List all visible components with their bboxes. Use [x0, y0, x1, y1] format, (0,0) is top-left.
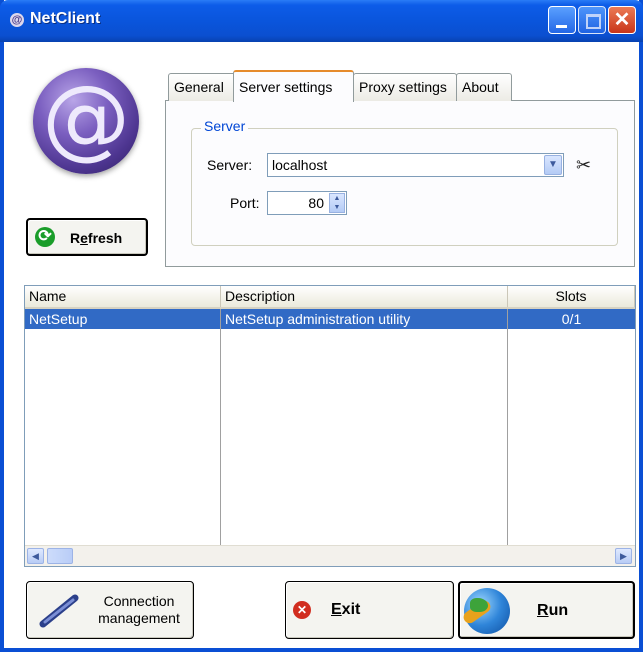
column-header-description[interactable]: Description [221, 286, 508, 307]
title-bar[interactable]: @ NetClient ✕ [0, 0, 643, 42]
column-header-name[interactable]: Name [25, 286, 221, 307]
tab-proxy-settings[interactable]: Proxy settings [353, 73, 457, 101]
at-logo: @ [33, 68, 139, 174]
server-group-title: Server [201, 118, 249, 134]
server-value: localhost [272, 157, 328, 173]
scroll-right-icon[interactable]: ▶ [615, 548, 632, 564]
spin-arrows-icon[interactable]: ▲ ▼ [329, 193, 345, 213]
column-divider [220, 309, 221, 545]
column-header-slots[interactable]: Slots [508, 286, 635, 307]
globe-phone-icon [461, 588, 510, 634]
tab-server-settings[interactable]: Server settings [233, 70, 354, 102]
exit-button[interactable]: ✕ Exit [285, 581, 454, 639]
row-slots: 0/1 [561, 311, 582, 327]
refresh-arrows-icon: ⟳ [35, 227, 55, 247]
maximize-button[interactable] [578, 6, 606, 34]
port-value: 80 [308, 195, 324, 211]
minimize-button[interactable] [548, 6, 576, 34]
connection-label: Connection management [98, 593, 180, 626]
app-icon: @ [10, 13, 24, 27]
refresh-label: Refresh [70, 230, 123, 246]
scroll-left-icon[interactable]: ◀ [27, 548, 44, 564]
exit-x-icon: ✕ [293, 601, 311, 619]
row-name: NetSetup [29, 311, 88, 327]
tab-general[interactable]: General [168, 73, 238, 101]
scissors-icon[interactable]: ✂ [576, 155, 591, 176]
refresh-button[interactable]: ⟳ Refresh [26, 218, 148, 256]
horizontal-scrollbar[interactable]: ◀ ▶ [25, 545, 635, 566]
server-groupbox [191, 128, 618, 246]
exit-label: Exit [331, 601, 361, 618]
window-title: NetClient [30, 10, 101, 27]
server-combobox[interactable]: localhost ▼ [267, 153, 564, 177]
services-list[interactable]: Name Description Slots NetSetup NetSetup… [24, 285, 636, 567]
close-icon: ✕ [613, 9, 631, 31]
chevron-down-icon[interactable]: ▼ [544, 155, 562, 175]
network-cable-icon [39, 594, 79, 628]
column-divider [507, 309, 508, 545]
row-description: NetSetup administration utility [225, 311, 411, 327]
list-header: Name Description Slots [25, 286, 635, 309]
run-label: Run [537, 602, 569, 619]
close-button[interactable]: ✕ [608, 6, 636, 34]
table-row[interactable]: NetSetup NetSetup administration utility… [25, 309, 635, 329]
run-button[interactable]: Run [458, 581, 635, 639]
port-label: Port: [230, 195, 260, 211]
connection-management-button[interactable]: Connection management [26, 581, 194, 639]
port-spinbox[interactable]: 80 ▲ ▼ [267, 191, 347, 215]
scrollbar-thumb[interactable] [47, 548, 73, 564]
tab-about[interactable]: About [456, 73, 512, 101]
server-label: Server: [207, 157, 253, 173]
